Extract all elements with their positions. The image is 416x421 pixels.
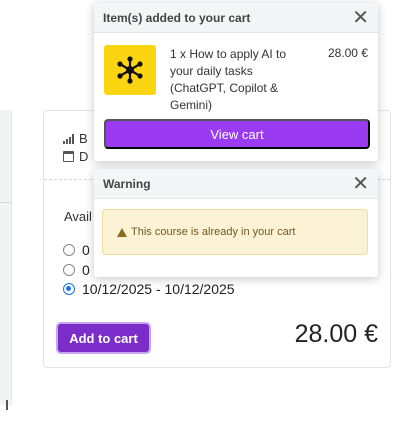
cart-popup: Item(s) added to your cart ✕ 1 x How to … [94,3,378,161]
course-price: 28.00 € [294,320,378,348]
warning-popup: Warning ✕ This course is already in your… [94,169,378,277]
add-to-cart-button[interactable]: Add to cart [56,322,151,354]
availability-label: Avail [64,209,92,224]
session-option-2[interactable]: 0 [63,262,90,278]
warning-popup-header: Warning ✕ [94,169,378,199]
level-text: B [79,131,88,146]
calendar-icon [63,151,74,162]
cart-item-description: 1 x How to apply AI to your daily tasks … [170,47,287,112]
warning-message: This course is already in your cart [131,226,296,238]
session-option-label: 0 [82,242,90,258]
date-row: D [63,149,88,164]
warning-popup-title: Warning [103,176,151,191]
warning-message-box: This course is already in your cart [102,209,368,255]
level-row: B [63,131,88,146]
left-panel-edge [0,110,12,410]
radio-button-selected[interactable] [63,283,75,295]
course-thumbnail [104,45,156,95]
warning-popup-body: This course is already in your cart [94,199,378,277]
left-panel-divider [0,202,11,203]
radio-button[interactable] [63,244,75,256]
warning-icon [117,227,127,237]
date-text: D [79,149,89,164]
cart-item-price: 28.00 € [327,46,368,60]
session-option-label: 10/12/2025 - 10/12/2025 [82,281,235,297]
signal-bars-icon [63,133,74,144]
text-cursor-mark [6,400,8,410]
view-cart-button[interactable]: View cart [104,119,370,149]
close-icon[interactable]: ✕ [352,174,369,194]
session-option-label: 0 [82,262,90,278]
cart-popup-title: Item(s) added to your cart [103,10,251,25]
session-option-3[interactable]: 10/12/2025 - 10/12/2025 [63,281,235,297]
radio-button[interactable] [63,264,75,276]
cart-popup-header: Item(s) added to your cart ✕ [94,3,378,33]
cart-item: 1 x How to apply AI to your daily tasks … [94,33,378,117]
close-icon[interactable]: ✕ [352,8,369,28]
session-option-1[interactable]: 0 [63,242,90,258]
network-icon [117,56,143,84]
